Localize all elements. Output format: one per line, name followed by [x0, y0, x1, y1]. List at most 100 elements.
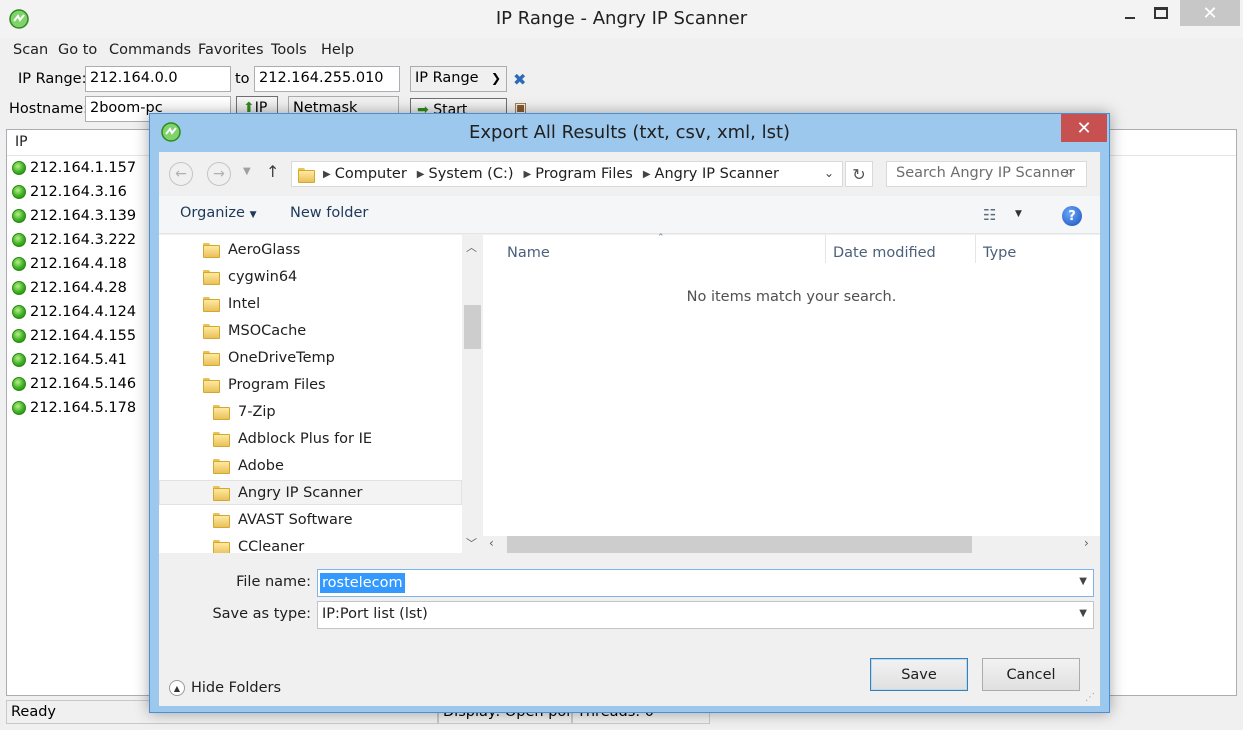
folder-icon: [203, 378, 220, 393]
menu-help[interactable]: Help: [321, 42, 354, 58]
table-row[interactable]: 212.164.1.157: [12, 156, 136, 180]
tree-item-intel[interactable]: Intel: [203, 291, 260, 316]
cancel-button[interactable]: Cancel: [982, 658, 1080, 691]
menu-tools[interactable]: Tools: [271, 42, 307, 58]
column-divider[interactable]: [825, 235, 826, 263]
save-button[interactable]: Save: [870, 658, 968, 691]
tree-item-avast[interactable]: AVAST Software: [213, 507, 353, 532]
folder-tree[interactable]: AeroGlass cygwin64 Intel MSOCache OneDri…: [159, 235, 462, 553]
tree-item-label: OneDriveTemp: [228, 349, 335, 366]
hide-folders-toggle[interactable]: ▲ Hide Folders: [169, 680, 281, 696]
tree-item-aeroglass[interactable]: AeroGlass: [203, 237, 300, 262]
chevron-down-icon[interactable]: ▼: [1079, 576, 1087, 587]
maximize-button[interactable]: [1138, 0, 1184, 26]
scroll-right-icon[interactable]: ›: [1084, 536, 1089, 550]
feeder-select[interactable]: IP Range ❯: [410, 66, 507, 92]
address-bar[interactable]: ▶ Computer ▶ System (C:) ▶ Program Files…: [291, 161, 843, 187]
tree-item-label: Adobe: [238, 457, 284, 474]
address-dropdown-chevron-icon[interactable]: ⌄: [824, 166, 834, 180]
tree-item-label: 7-Zip: [238, 403, 276, 420]
table-row[interactable]: 212.164.4.18: [12, 252, 127, 276]
table-row[interactable]: 212.164.5.41: [12, 348, 127, 372]
sort-ascending-icon: ⌃: [657, 233, 665, 243]
folder-icon: [203, 297, 220, 312]
tree-item-adblock-plus[interactable]: Adblock Plus for IE: [213, 426, 372, 451]
table-row[interactable]: 212.164.3.222: [12, 228, 136, 252]
folder-icon: [203, 243, 220, 258]
dialog-body: ← → ▼ ↑ ▶ Computer ▶ System (C:) ▶ Progr…: [159, 152, 1100, 706]
tree-item-cygwin64[interactable]: cygwin64: [203, 264, 297, 289]
breadcrumb-computer[interactable]: Computer: [335, 166, 407, 182]
help-icon[interactable]: ?: [1062, 206, 1082, 226]
file-list[interactable]: ⌃ Name Date modified Type No items match…: [483, 233, 1100, 553]
alive-status-icon: [12, 161, 26, 175]
table-row[interactable]: 212.164.4.155: [12, 324, 136, 348]
recent-locations-chevron-icon[interactable]: ▼: [243, 166, 251, 177]
table-row[interactable]: 212.164.4.28: [12, 276, 127, 300]
tree-item-ccleaner[interactable]: CCleaner: [213, 534, 304, 553]
tools-wrench-icon[interactable]: ✖: [513, 70, 526, 89]
tree-item-label: AeroGlass: [228, 241, 301, 258]
view-chevron-down-icon[interactable]: ▼: [1015, 209, 1022, 219]
ip-from-input[interactable]: 212.164.0.0: [85, 66, 231, 92]
close-icon: ✕: [1202, 2, 1218, 24]
refresh-button[interactable]: ↻: [845, 161, 873, 187]
menu-scan[interactable]: Scan: [13, 42, 48, 58]
main-window-title: IP Range - Angry IP Scanner: [495, 8, 748, 29]
tree-item-adobe[interactable]: Adobe: [213, 453, 284, 478]
breadcrumb-program-files[interactable]: Program Files: [535, 166, 633, 182]
table-row[interactable]: 212.164.5.146: [12, 372, 136, 396]
tree-scrollbar-thumb[interactable]: [464, 305, 481, 349]
file-name-input[interactable]: rostelecom ▼: [317, 569, 1094, 597]
forward-button[interactable]: →: [207, 162, 231, 186]
folder-icon: [213, 432, 230, 447]
column-date-modified[interactable]: Date modified: [833, 245, 936, 261]
table-row[interactable]: 212.164.5.178: [12, 396, 136, 420]
menu-commands[interactable]: Commands: [109, 42, 191, 58]
menu-go-to[interactable]: Go to: [58, 42, 97, 58]
alive-status-icon: [12, 233, 26, 247]
up-level-arrow-icon[interactable]: ↑: [266, 162, 279, 181]
tree-item-onedrivetemp[interactable]: OneDriveTemp: [203, 345, 335, 370]
scroll-up-icon[interactable]: ︿: [466, 239, 477, 255]
tree-item-angry-ip-scanner[interactable]: Angry IP Scanner: [159, 480, 462, 505]
tree-scrollbar[interactable]: ︿ ﹀: [462, 235, 483, 553]
tree-item-program-files[interactable]: Program Files: [203, 372, 326, 397]
organize-button[interactable]: Organize ▼: [180, 205, 257, 221]
tree-item-msocache[interactable]: MSOCache: [203, 318, 306, 343]
ip-cell: 212.164.5.41: [30, 352, 127, 368]
ip-to-input[interactable]: 212.164.255.010: [254, 66, 400, 92]
close-icon: ✕: [1076, 117, 1092, 139]
ip-cell: 212.164.4.28: [30, 280, 127, 296]
hostname-label: Hostname:: [9, 101, 89, 117]
back-arrow-icon: ←: [175, 166, 187, 182]
table-row[interactable]: 212.164.3.139: [12, 204, 136, 228]
feeder-select-value: IP Range: [415, 70, 479, 86]
view-details-icon[interactable]: ☷: [983, 206, 996, 224]
main-close-button[interactable]: ✕: [1180, 0, 1240, 26]
breadcrumb-angry-ip-scanner[interactable]: Angry IP Scanner: [655, 166, 779, 182]
resize-grip-icon[interactable]: ⋰: [1085, 692, 1095, 703]
column-type[interactable]: Type: [983, 245, 1016, 261]
folder-icon: [298, 167, 315, 183]
dialog-close-button[interactable]: ✕: [1061, 114, 1107, 142]
scroll-down-icon[interactable]: ﹀: [466, 535, 477, 551]
menu-favorites[interactable]: Favorites: [198, 42, 264, 58]
save-as-type-select[interactable]: IP:Port list (lst) ▼: [317, 601, 1094, 629]
menubar: Scan Go to Commands Favorites Tools Help: [0, 38, 1243, 64]
back-button[interactable]: ←: [169, 162, 193, 186]
table-row[interactable]: 212.164.3.16: [12, 180, 127, 204]
tree-item-7-zip[interactable]: 7-Zip: [213, 399, 276, 424]
file-list-hscrollbar[interactable]: ‹ ›: [483, 536, 1100, 553]
hscrollbar-thumb[interactable]: [507, 536, 972, 553]
search-input[interactable]: Search Angry IP Scanner: [886, 161, 1087, 187]
new-folder-button[interactable]: New folder: [290, 205, 368, 221]
alive-status-icon: [12, 257, 26, 271]
scroll-left-icon[interactable]: ‹: [489, 536, 494, 550]
table-row[interactable]: 212.164.4.124: [12, 300, 136, 324]
breadcrumb-system-c[interactable]: System (C:): [429, 166, 514, 182]
column-divider[interactable]: [975, 235, 976, 263]
column-name[interactable]: Name: [507, 245, 550, 261]
folder-icon: [213, 513, 230, 528]
forward-arrow-icon: →: [213, 166, 225, 182]
